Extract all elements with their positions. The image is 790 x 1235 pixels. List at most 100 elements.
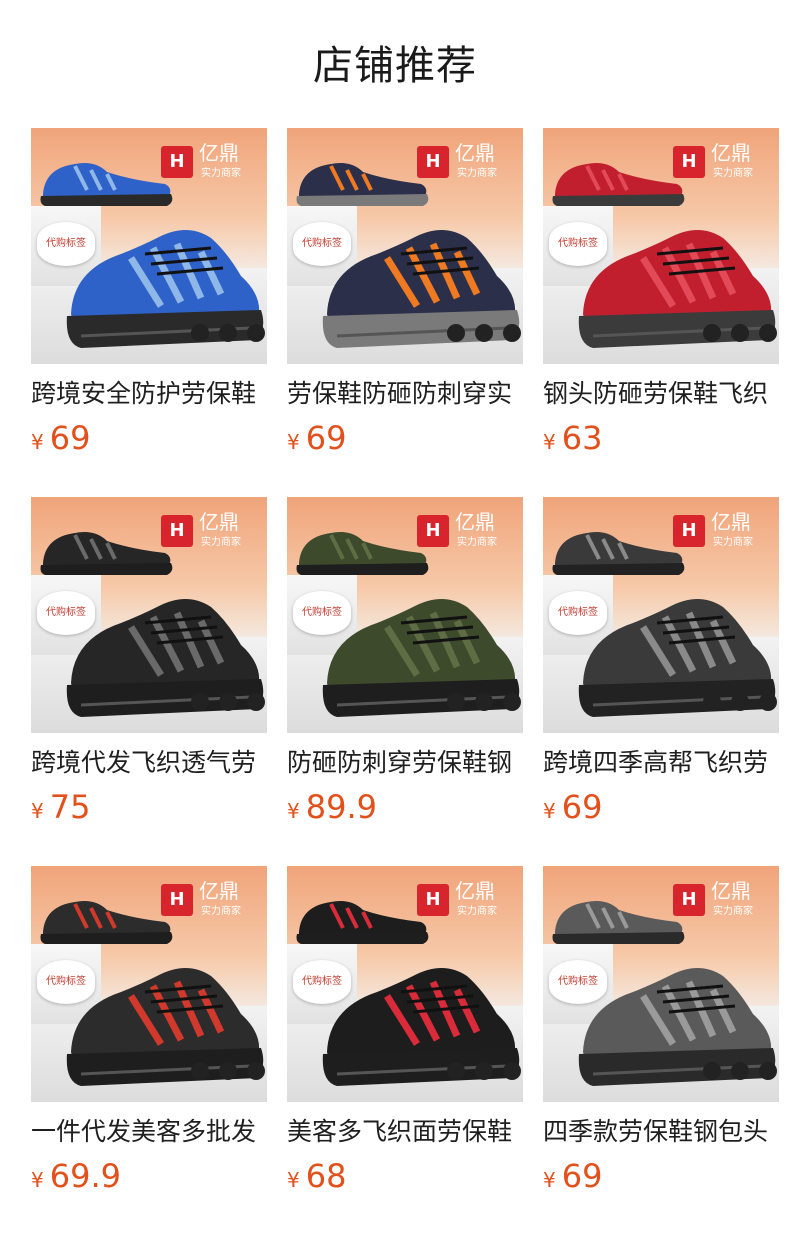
product-name[interactable]: 四季款劳保鞋钢包头 <box>543 1116 779 1148</box>
product-card-9[interactable]: H 亿鼎 实力商家 代购标签 四季款劳保鞋钢包头 ¥69 <box>543 866 779 1235</box>
anti-smash-icon <box>191 1062 209 1080</box>
product-card-4[interactable]: H 亿鼎 实力商家 代购标签 跨境代发飞织透气劳 ¥75 <box>31 497 267 866</box>
breathable-icon <box>247 324 265 342</box>
product-price: ¥69.9 <box>31 1158 267 1194</box>
label-badge: 代购标签 <box>293 222 351 266</box>
shoe-icon <box>296 163 429 206</box>
currency-symbol: ¥ <box>287 430 300 454</box>
anti-smash-icon <box>447 1062 465 1080</box>
product-image[interactable]: H 亿鼎 实力商家 代购标签 <box>543 866 779 1102</box>
product-name[interactable]: 美客多飞织面劳保鞋 <box>287 1116 523 1148</box>
anti-smash-icon <box>191 324 209 342</box>
label-badge: 代购标签 <box>37 960 95 1004</box>
store-recommendation-page: 店铺推荐 H 亿鼎 实力商家 代购标签 跨境安全防护劳保鞋 ¥ 69 H 亿鼎 … <box>0 0 790 1234</box>
product-name[interactable]: 防砸防刺穿劳保鞋钢 <box>287 747 523 779</box>
shoe-icon <box>552 163 685 206</box>
breathable-icon <box>503 1062 521 1080</box>
product-name[interactable]: 跨境代发飞织透气劳 <box>31 747 267 779</box>
brand-logo: H <box>161 146 193 178</box>
price-value: 69.9 <box>49 1157 121 1195</box>
product-card-2[interactable]: H 亿鼎 实力商家 代购标签 劳保鞋防砸防刺穿实 ¥69 <box>287 128 523 497</box>
product-image[interactable]: H 亿鼎 实力商家 代购标签 <box>31 128 267 364</box>
brand-tagline: 实力商家 <box>201 537 241 548</box>
brand-tagline: 实力商家 <box>457 537 497 548</box>
anti-puncture-icon <box>219 1062 237 1080</box>
brand-name: 亿鼎 <box>455 141 495 165</box>
product-price: ¥68 <box>287 1158 523 1194</box>
product-name[interactable]: 钢头防砸劳保鞋飞织 <box>543 378 779 410</box>
anti-smash-icon <box>703 324 721 342</box>
feature-icons <box>191 693 265 723</box>
shoe-icon <box>40 532 173 575</box>
label-badge: 代购标签 <box>549 222 607 266</box>
product-card-3[interactable]: H 亿鼎 实力商家 代购标签 钢头防砸劳保鞋飞织 ¥63 <box>543 128 779 497</box>
product-card-8[interactable]: H 亿鼎 实力商家 代购标签 美客多飞织面劳保鞋 ¥68 <box>287 866 523 1235</box>
anti-smash-icon <box>191 693 209 711</box>
breathable-icon <box>247 1062 265 1080</box>
anti-puncture-icon <box>475 693 493 711</box>
product-price: ¥75 <box>31 789 267 825</box>
product-name[interactable]: 劳保鞋防砸防刺穿实 <box>287 378 523 410</box>
anti-puncture-icon <box>731 693 749 711</box>
breathable-icon <box>759 324 777 342</box>
product-image[interactable]: H 亿鼎 实力商家 代购标签 <box>287 128 523 364</box>
brand-name: 亿鼎 <box>455 510 495 534</box>
shoe-icon <box>296 901 429 944</box>
product-image[interactable]: H 亿鼎 实力商家 代购标签 <box>543 497 779 733</box>
breathable-icon <box>503 693 521 711</box>
currency-symbol: ¥ <box>31 430 44 454</box>
product-image[interactable]: H 亿鼎 实力商家 代购标签 <box>543 128 779 364</box>
brand-logo: H <box>417 146 449 178</box>
price-value: 75 <box>49 788 91 826</box>
anti-smash-icon <box>703 1062 721 1080</box>
brand-logo: H <box>673 146 705 178</box>
anti-puncture-icon <box>219 693 237 711</box>
anti-puncture-icon <box>475 1062 493 1080</box>
brand-logo: H <box>673 884 705 916</box>
product-image[interactable]: H 亿鼎 实力商家 代购标签 <box>31 497 267 733</box>
anti-smash-icon <box>447 324 465 342</box>
product-image[interactable]: H 亿鼎 实力商家 代购标签 <box>287 497 523 733</box>
product-name[interactable]: 跨境安全防护劳保鞋 <box>31 378 267 410</box>
feature-icons <box>703 1062 777 1092</box>
feature-icons <box>447 324 521 354</box>
product-card-7[interactable]: H 亿鼎 实力商家 代购标签 一件代发美客多批发 ¥69.9 <box>31 866 267 1235</box>
feature-icons <box>191 324 265 354</box>
product-card-5[interactable]: H 亿鼎 实力商家 代购标签 防砸防刺穿劳保鞋钢 ¥89.9 <box>287 497 523 866</box>
currency-symbol: ¥ <box>543 799 556 823</box>
brand-tagline: 实力商家 <box>457 906 497 917</box>
currency-symbol: ¥ <box>543 430 556 454</box>
label-badge: 代购标签 <box>293 960 351 1004</box>
brand-logo: H <box>673 515 705 547</box>
shoe-icon <box>552 901 685 944</box>
label-badge: 代购标签 <box>293 591 351 635</box>
product-image[interactable]: H 亿鼎 实力商家 代购标签 <box>31 866 267 1102</box>
product-price: ¥63 <box>543 420 779 456</box>
currency-symbol: ¥ <box>31 1168 44 1192</box>
brand-name: 亿鼎 <box>199 141 239 165</box>
anti-smash-icon <box>703 693 721 711</box>
brand-logo: H <box>161 884 193 916</box>
currency-symbol: ¥ <box>543 1168 556 1192</box>
shoe-icon <box>40 163 173 206</box>
shoe-icon <box>552 532 685 575</box>
price-value: 63 <box>561 419 603 457</box>
brand-name: 亿鼎 <box>711 510 751 534</box>
product-name[interactable]: 跨境四季高帮飞织劳 <box>543 747 779 779</box>
feature-icons <box>703 324 777 354</box>
brand-tagline: 实力商家 <box>713 537 753 548</box>
currency-symbol: ¥ <box>287 799 300 823</box>
label-badge: 代购标签 <box>549 960 607 1004</box>
product-image[interactable]: H 亿鼎 实力商家 代购标签 <box>287 866 523 1102</box>
product-card-1[interactable]: H 亿鼎 实力商家 代购标签 跨境安全防护劳保鞋 ¥69 <box>31 128 267 497</box>
product-card-6[interactable]: H 亿鼎 实力商家 代购标签 跨境四季高帮飞织劳 ¥69 <box>543 497 779 866</box>
feature-icons <box>703 693 777 723</box>
brand-name: 亿鼎 <box>711 879 751 903</box>
feature-icons <box>447 1062 521 1092</box>
page-title: 店铺推荐 <box>313 43 477 89</box>
breathable-icon <box>247 693 265 711</box>
brand-logo: H <box>417 515 449 547</box>
product-name[interactable]: 一件代发美客多批发 <box>31 1116 267 1148</box>
breathable-icon <box>759 693 777 711</box>
product-price: ¥69 <box>543 789 779 825</box>
